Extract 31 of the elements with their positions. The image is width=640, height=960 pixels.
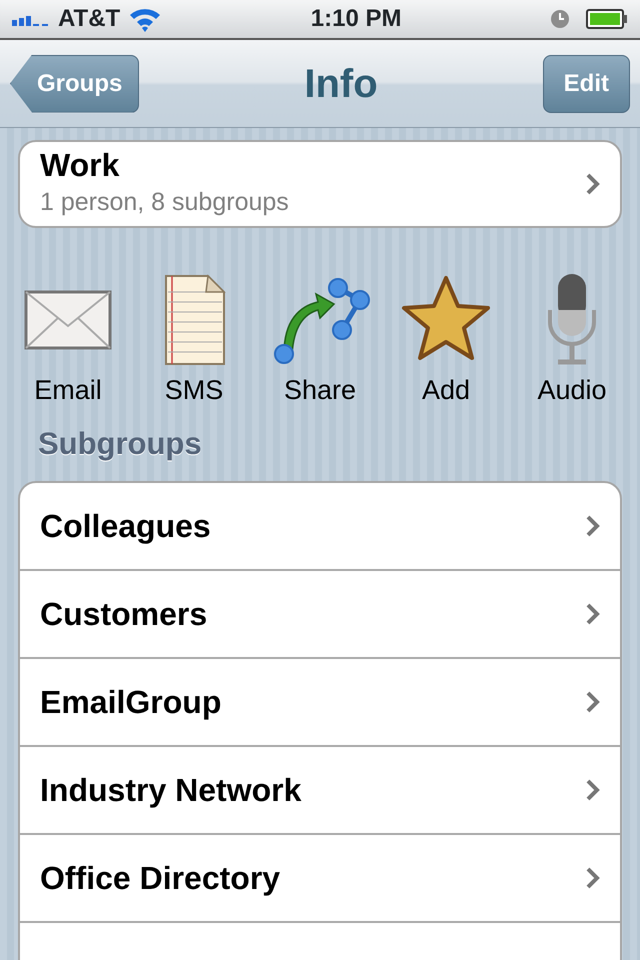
subgroup-row[interactable]: Colleagues <box>20 483 620 571</box>
chevron-icon <box>586 603 600 625</box>
chevron-icon <box>586 691 600 713</box>
subgroup-name: Industry Network <box>40 771 302 810</box>
clock-icon <box>550 9 570 29</box>
subgroup-name: Office Directory <box>40 859 280 898</box>
subgroup-row[interactable]: Industry Network <box>20 747 620 835</box>
action-label[interactable]: Add <box>422 370 470 410</box>
battery-icon <box>586 9 628 29</box>
chevron-icon <box>586 779 600 801</box>
section-header: Subgroups <box>38 426 202 460</box>
subgroup-name: Customers <box>40 595 208 634</box>
subgroup-name: EmailGroup <box>40 683 222 722</box>
screen-title: Info <box>304 60 378 108</box>
action-label[interactable]: Email <box>34 370 102 410</box>
wifi-icon <box>128 6 162 32</box>
group-name: Work <box>40 146 120 184</box>
action-label[interactable]: Audio <box>537 370 607 410</box>
action-label[interactable]: Share <box>284 370 356 410</box>
chevron-icon <box>586 515 600 537</box>
chevron-icon <box>586 867 600 889</box>
subgroup-row[interactable]: Customers <box>20 571 620 659</box>
chevron-icon <box>586 173 600 195</box>
subgroup-name: Colleagues <box>40 507 211 546</box>
carrier-name: AT&T <box>58 4 120 34</box>
group-summary: 1 person, 8 subgroups <box>40 187 289 218</box>
subgroup-row[interactable]: Office Directory <box>20 835 620 923</box>
action-label[interactable]: SMS <box>164 370 224 410</box>
group-card[interactable]: Work 1 person, 8 subgroups <box>18 140 622 228</box>
subgroup-row[interactable]: EmailGroup <box>20 659 620 747</box>
clock-time: 1:10 PM <box>310 4 402 34</box>
